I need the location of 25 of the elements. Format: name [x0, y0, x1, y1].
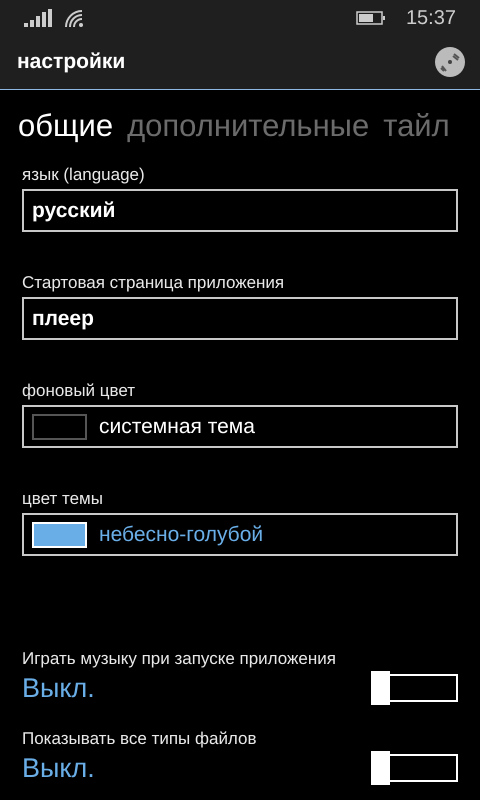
field-label: Стартовая страница приложения [22, 272, 286, 294]
toggle-state: Выкл. [22, 672, 95, 705]
toggle-label: Играть музыку при запуске приложения [22, 648, 337, 670]
disc-icon[interactable] [434, 46, 466, 78]
signal-icon [24, 8, 52, 26]
toggle-label: Показывать все типы файлов [22, 728, 258, 750]
field-label: язык (language) [22, 164, 146, 186]
wifi-icon [64, 8, 84, 26]
pivot-tab[interactable]: тайл [383, 106, 450, 146]
color-picker[interactable]: небесно-голубой [22, 513, 458, 556]
battery-icon [356, 10, 386, 24]
text-field[interactable]: русский [22, 189, 458, 232]
text-field[interactable]: плеер [22, 297, 458, 340]
field-label: фоновый цвет [22, 380, 136, 402]
pivot-tab[interactable]: дополнительные [127, 106, 370, 146]
toggle-switch[interactable] [371, 751, 458, 785]
pivot-tab[interactable]: общие [18, 106, 114, 146]
color-name: небесно-голубой [99, 522, 264, 548]
page-title: настройки [17, 49, 126, 76]
toggle-switch[interactable] [371, 671, 458, 705]
toggle-state: Выкл. [22, 752, 95, 785]
color-name: системная тема [99, 414, 255, 440]
clock-time: 15:37 [406, 6, 456, 30]
field-label: цвет темы [22, 488, 104, 510]
color-picker[interactable]: системная тема [22, 405, 458, 448]
